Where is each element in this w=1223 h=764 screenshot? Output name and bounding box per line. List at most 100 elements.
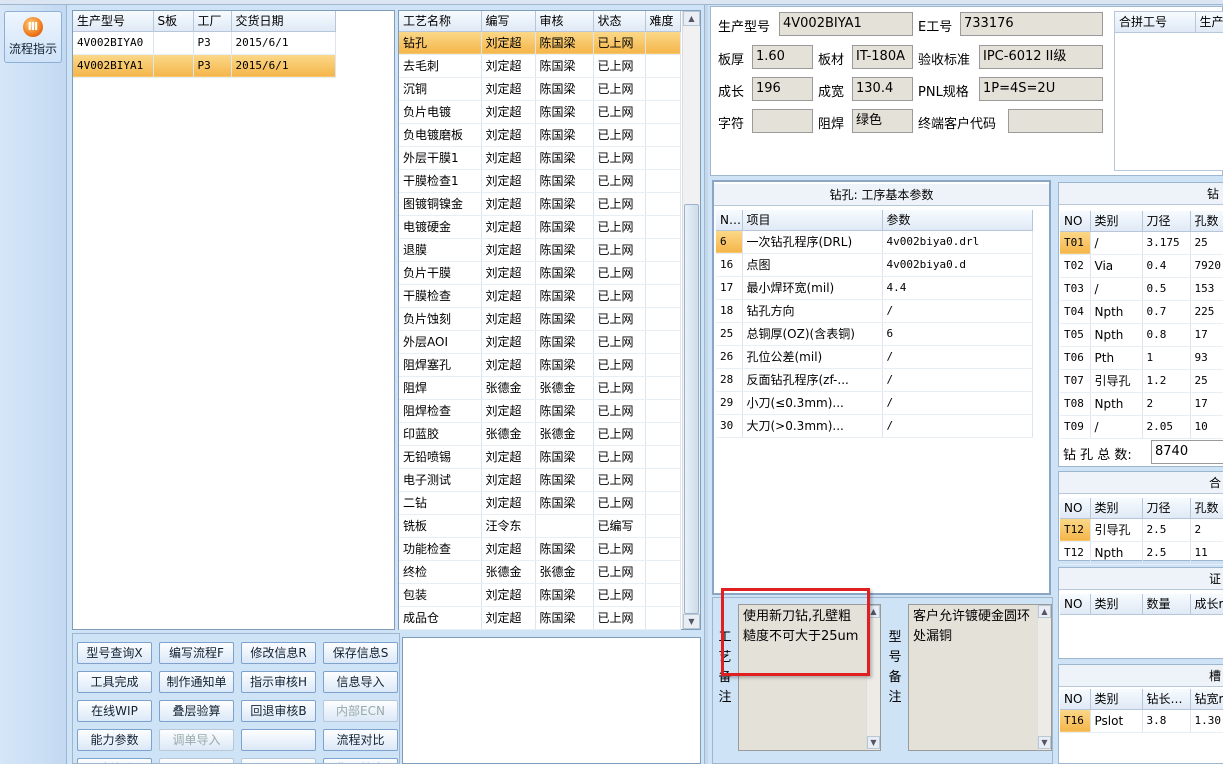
param-row[interactable]: 29 小刀(≤0.3mm)... / [716, 391, 1033, 415]
process-row[interactable]: 沉铜 刘定超 陈国梁 已上网 [399, 77, 681, 101]
action-button[interactable]: 工具完成 [77, 671, 152, 693]
process-row[interactable]: 二钻 刘定超 陈国梁 已上网 [399, 491, 681, 515]
scroll-up-icon[interactable]: ▲ [683, 11, 700, 26]
process-row[interactable]: 铣板 汪令东 已编写 [399, 514, 681, 538]
tool2-row-cell: 2.5 [1142, 541, 1191, 565]
process-row[interactable]: 功能检查 刘定超 陈国梁 已上网 [399, 537, 681, 561]
standard-field[interactable]: IPC-6012 II级 [979, 45, 1103, 69]
param-row[interactable]: 25 总铜厚(OZ)(含表铜) 6 [716, 322, 1033, 346]
process-row[interactable]: 干膜检查 刘定超 陈国梁 已上网 [399, 284, 681, 308]
tool-row[interactable]: T09/2.05 10 [1060, 415, 1223, 439]
tool-column-header: 刀径 [1142, 211, 1191, 232]
action-button[interactable]: 调单导入 [159, 729, 234, 751]
e-number-field[interactable]: 733176 [960, 12, 1103, 36]
action-button[interactable]: 型号查询X [77, 642, 152, 664]
length-field[interactable]: 196 [752, 77, 813, 101]
character-field[interactable] [752, 109, 813, 133]
param-row[interactable]: 17 最小焊环宽(mil) 4.4 [716, 276, 1033, 300]
model-remark-scrollbar[interactable]: ▲ ▼ [1037, 605, 1051, 750]
tool-row[interactable]: T02 Via 0.4 7920 [1060, 254, 1223, 278]
process-row-cell: 陈国梁 [535, 123, 594, 147]
process-row[interactable]: 成品仓 刘定超 陈国梁 已上网 [399, 606, 681, 630]
tool3-column-header: 类别 [1090, 594, 1143, 615]
process-row[interactable]: 负电镀磨板 刘定超 陈国梁 已上网 [399, 123, 681, 147]
process-row[interactable]: 负片干膜 刘定超 陈国梁 已上网 [399, 261, 681, 285]
tool4-column-header: 钻长mm [1142, 689, 1191, 710]
process-row[interactable]: 包装 刘定超 陈国梁 已上网 [399, 583, 681, 607]
action-button[interactable]: 修改信息R [241, 642, 316, 664]
process-row[interactable]: 退膜 刘定超 陈国梁 已上网 [399, 238, 681, 262]
process-row[interactable]: 电子测试 刘定超 陈国梁 已上网 [399, 468, 681, 492]
action-button[interactable]: 在线WIP [77, 700, 152, 722]
process-row[interactable]: 负片电镀 刘定超 陈国梁 已上网 [399, 100, 681, 124]
action-button[interactable]: 编写流程F [159, 642, 234, 664]
tool2-row[interactable]: T12 Npth 2.5 11 [1060, 541, 1223, 565]
param-row[interactable]: 18 钻孔方向 / [716, 299, 1033, 323]
process-row[interactable]: 阻焊 张德金 张德金 已上网 [399, 376, 681, 400]
action-button[interactable]: 流程对比 [323, 729, 398, 751]
thickness-field[interactable]: 1.60 [752, 45, 813, 69]
message-box[interactable] [402, 637, 701, 764]
process-row[interactable]: 印蓝胶 张德金 张德金 已上网 [399, 422, 681, 446]
action-button[interactable]: 信息导入 [323, 671, 398, 693]
process-row[interactable]: 阻焊塞孔 刘定超 陈国梁 已上网 [399, 353, 681, 377]
soldermask-field[interactable]: 绿色 [852, 109, 913, 133]
process-row-cell: 外层AOI [399, 330, 482, 354]
action-button[interactable]: 修改工艺 [159, 758, 234, 763]
action-button[interactable]: 指示审核H [241, 671, 316, 693]
pnl-field[interactable]: 1P=4S=2U [979, 77, 1103, 101]
process-row[interactable]: 外层干膜1 刘定超 陈国梁 已上网 [399, 146, 681, 170]
tool-row[interactable]: T04 Npth 0.7 225 [1060, 300, 1223, 324]
process-scrollbar[interactable]: ▲ ▼ [682, 11, 700, 629]
action-button[interactable]: 内部ECN [323, 700, 398, 722]
action-button[interactable]: 叠层验算 [159, 700, 234, 722]
tool-row[interactable]: T03/0.5 153 [1060, 277, 1223, 301]
material-field[interactable]: IT-180A [852, 45, 913, 69]
action-button[interactable]: 制作通知单 [159, 671, 234, 693]
drill-total-field[interactable]: 8740 [1151, 440, 1223, 464]
param-row[interactable]: 6 一次钻孔程序(DRL) 4v002biya0.drl [716, 230, 1033, 254]
process-row[interactable]: 干膜检查1 刘定超 陈国梁 已上网 [399, 169, 681, 193]
tool-row[interactable]: T06 Pth 1 93 [1060, 346, 1223, 370]
scroll-thumb[interactable] [684, 204, 699, 614]
process-row-cell: 已上网 [593, 31, 646, 55]
process-row[interactable]: 钻孔 刘定超 陈国梁 已上网 [399, 31, 681, 55]
process-row-cell: 陈国梁 [535, 146, 594, 170]
process-row[interactable]: 阻焊检查 刘定超 陈国梁 已上网 [399, 399, 681, 423]
customer-code-field[interactable] [1008, 109, 1103, 133]
process-row[interactable]: 无铅喷锡 刘定超 陈国梁 已上网 [399, 445, 681, 469]
param-row[interactable]: 30 大刀(>0.3mm)... / [716, 414, 1033, 438]
action-button[interactable]: 能力参数 [77, 729, 152, 751]
scroll-down-icon[interactable]: ▼ [683, 614, 700, 629]
tool-row[interactable]: T08 Npth 2 17 [1060, 392, 1223, 416]
action-button[interactable]: 取消终胶D [77, 758, 152, 763]
tool-column-header: 孔数 [1190, 211, 1223, 232]
model-field[interactable]: 4V002BIYA1 [779, 12, 913, 36]
process-row-cell: 刘定超 [481, 307, 536, 331]
flow-indicator-button[interactable]: Ⅲ 流程指示 [4, 11, 62, 63]
tool-row[interactable]: T05 Npth 0.8 17 [1060, 323, 1223, 347]
action-button[interactable] [241, 729, 316, 751]
splitter[interactable] [704, 5, 708, 764]
param-row[interactable]: 16 点图 4v002biya0.d [716, 253, 1033, 277]
product-row[interactable]: 4V002BIYA1 P3 2015/6/1 [73, 54, 336, 78]
param-row[interactable]: 28 反面钻孔程序(zf-... / [716, 368, 1033, 392]
action-button[interactable]: 指示检查 [323, 758, 398, 763]
width-field[interactable]: 130.4 [852, 77, 913, 101]
process-row[interactable]: 去毛刺 刘定超 陈国梁 已上网 [399, 54, 681, 78]
model-remark-text[interactable]: 客户允许镀硬金圆环处漏铜 [908, 604, 1052, 751]
action-button[interactable]: 流程上网 [241, 758, 316, 763]
process-row[interactable]: 负片蚀刻 刘定超 陈国梁 已上网 [399, 307, 681, 331]
tool2-row[interactable]: T12 引导孔 2.5 2 [1060, 518, 1223, 542]
product-row[interactable]: 4V002BIYA0 P3 2015/6/1 [73, 31, 336, 55]
process-row[interactable]: 图镀铜镍金 刘定超 陈国梁 已上网 [399, 192, 681, 216]
process-row[interactable]: 电镀硬金 刘定超 陈国梁 已上网 [399, 215, 681, 239]
param-row[interactable]: 26 孔位公差(mil) / [716, 345, 1033, 369]
action-button[interactable]: 保存信息S [323, 642, 398, 664]
tool-row[interactable]: T07 引导孔 1.2 25 [1060, 369, 1223, 393]
tool-row[interactable]: T01/3.175 25 [1060, 231, 1223, 255]
process-row[interactable]: 终检 张德金 张德金 已上网 [399, 560, 681, 584]
tool4-row[interactable]: T16 Pslot 3.8 1.30 [1060, 709, 1223, 733]
action-button[interactable]: 回退审核B [241, 700, 316, 722]
process-row[interactable]: 外层AOI 刘定超 陈国梁 已上网 [399, 330, 681, 354]
